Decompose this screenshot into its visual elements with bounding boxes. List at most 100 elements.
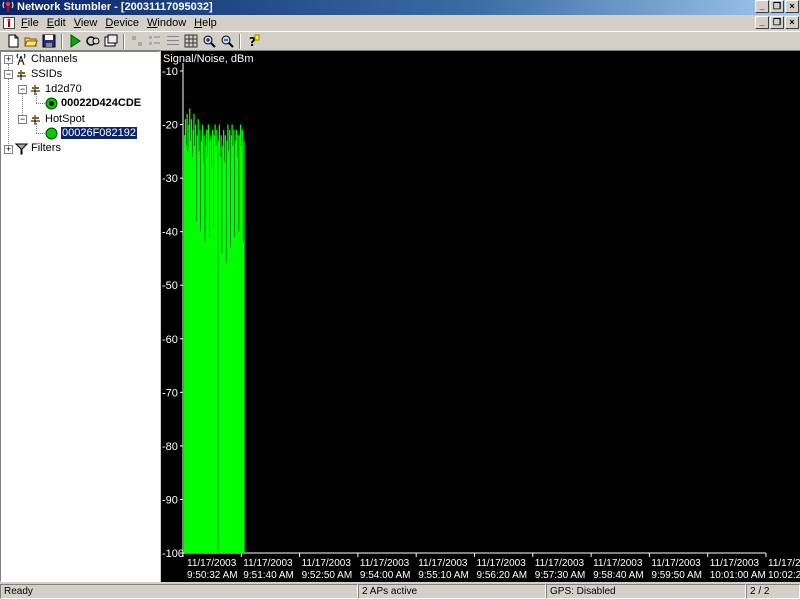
list-button[interactable] <box>164 33 181 50</box>
tree-item-ssids-label: SSIDs <box>31 68 63 80</box>
menu-view-accel: V <box>73 17 81 29</box>
list-icon <box>166 36 179 45</box>
status-bar: Ready 2 APs active GPS: Disabled 2 / 2 <box>0 583 800 600</box>
help-button[interactable]: ? <box>244 33 261 50</box>
tree-pane[interactable]: + Channels − SSIDs − 1d2d70 00022D424CDE… <box>0 51 160 582</box>
menu-help-accel: H <box>194 17 203 29</box>
x-tick-time-label: 9:54:00 AM <box>360 570 411 581</box>
start-scan-button[interactable] <box>66 33 83 50</box>
signal-graph-pane[interactable]: -10 -20 -30 -40 -50 -60 -70 -80 -90 -100 11/17/200… <box>161 51 800 582</box>
status-ready: Ready <box>0 584 358 599</box>
x-tick-date-label: 11/17/2003 <box>360 558 410 569</box>
x-tick-date-label: 11/17/2003 <box>535 558 585 569</box>
x-tick-time-label: 10:01:00 AM <box>710 570 766 581</box>
large-icons-button[interactable] <box>128 33 145 50</box>
child-close-button[interactable]: × <box>785 16 799 29</box>
network-stumbler-app-icon[interactable] <box>2 1 14 13</box>
tree-item-filters[interactable]: Filters <box>15 141 61 155</box>
play-icon <box>70 34 81 48</box>
x-tick-date-label: 11/17/2003 <box>768 558 800 569</box>
ap-active-lock-icon <box>45 97 58 110</box>
tree-item-ssid-hotspot-label: HotSpot <box>45 113 85 125</box>
y-tick-label: -30 <box>162 173 178 185</box>
details-icon <box>184 34 197 48</box>
ssid-hotspot-collapse-toggle[interactable]: − <box>18 115 27 124</box>
new-button[interactable] <box>4 33 21 50</box>
tree-item-channels[interactable]: Channels <box>15 52 77 66</box>
menu-help[interactable]: Help <box>190 16 221 30</box>
menu-device[interactable]: Device <box>101 16 143 30</box>
ssid-group-icon <box>15 68 28 81</box>
menu-window[interactable]: Window <box>143 16 190 30</box>
x-tick-time-label: 9:55:10 AM <box>418 570 469 581</box>
toolbar-separator <box>239 33 241 49</box>
tree-item-ssids[interactable]: SSIDs <box>15 67 62 81</box>
status-gps: GPS: Disabled <box>546 584 746 599</box>
x-tick-time-label: 9:58:40 AM <box>593 570 644 581</box>
y-axis-title: Signal/Noise, dBm <box>163 53 254 65</box>
help-icon: ? <box>249 34 259 48</box>
channels-expand-toggle[interactable]: + <box>4 55 13 64</box>
x-tick-date-label: 11/17/2003 <box>477 558 527 569</box>
ssid-1d2d70-collapse-toggle[interactable]: − <box>18 85 27 94</box>
x-tick-date-label: 11/17/2003 <box>710 558 760 569</box>
x-tick-date-label: 11/17/2003 <box>593 558 643 569</box>
maximize-button[interactable]: ❐ <box>770 0 784 13</box>
x-tick-date-label: 11/17/2003 <box>651 558 701 569</box>
auto-config-button[interactable] <box>84 33 101 50</box>
title-bar[interactable]: Network Stumbler - [20031117095032] <box>0 0 800 15</box>
zoom-out-button[interactable] <box>218 33 235 50</box>
new-icon <box>8 34 18 48</box>
save-icon <box>42 34 55 48</box>
y-tick-label: -50 <box>162 280 178 292</box>
menu-view[interactable]: View <box>70 16 102 30</box>
tree-item-ssid-1d2d70-label: 1d2d70 <box>45 83 82 95</box>
properties-icon <box>104 34 117 47</box>
zoom-in-button[interactable] <box>200 33 217 50</box>
y-tick-label: -40 <box>162 227 178 239</box>
menu-view-rest: iew <box>80 17 98 29</box>
ssid-icon <box>29 83 42 96</box>
menu-file-rest: ile <box>27 17 39 29</box>
x-tick-time-label: 10:02:20 AM <box>768 570 800 581</box>
x-tick-time-label: 9:50:32 AM <box>187 570 238 581</box>
window-controls: _ ❐ × <box>755 0 799 13</box>
open-icon <box>23 37 38 47</box>
tree-item-channels-label: Channels <box>31 53 78 65</box>
details-button[interactable] <box>182 33 199 50</box>
ssid-icon <box>29 113 42 126</box>
x-tick-date-label: 11/17/2003 <box>243 558 293 569</box>
x-tick-time-label: 9:57:30 AM <box>535 570 586 581</box>
x-tick-time-label: 9:51:40 AM <box>243 570 294 581</box>
small-icons-icon <box>148 36 160 45</box>
filters-expand-toggle[interactable]: + <box>4 145 13 154</box>
menu-file[interactable]: File <box>17 16 43 30</box>
document-menu-icon[interactable] <box>3 17 15 29</box>
tree-line <box>36 133 45 134</box>
y-tick-label: -100 <box>162 548 184 560</box>
menu-edit-accel: E <box>46 17 55 29</box>
x-tick-time-label: 9:56:20 AM <box>477 570 528 581</box>
close-button[interactable]: × <box>785 0 799 13</box>
tree-item-ssid-1d2d70[interactable]: 1d2d70 <box>29 82 82 96</box>
save-button[interactable] <box>40 33 57 50</box>
minimize-button[interactable]: _ <box>755 0 769 13</box>
tree-item-ap-00026F082192[interactable]: 00026F082192 <box>45 126 139 140</box>
menu-edit[interactable]: Edit <box>43 16 70 30</box>
tree-item-ssid-hotspot[interactable]: HotSpot <box>29 112 85 126</box>
child-restore-button[interactable]: ❐ <box>770 16 784 29</box>
menu-device-rest: evice <box>113 17 140 29</box>
child-minimize-button[interactable]: _ <box>755 16 769 29</box>
ssids-collapse-toggle[interactable]: − <box>4 70 13 79</box>
y-tick-label: -80 <box>162 441 178 453</box>
tree-item-ap-00022D424CDE[interactable]: 00022D424CDE <box>45 96 141 110</box>
small-icons-button[interactable] <box>146 33 163 50</box>
tree-item-ap-00022D424CDE-label: 00022D424CDE <box>61 97 142 109</box>
y-tick-label: -90 <box>162 494 178 506</box>
x-tick-time-label: 9:59:50 AM <box>651 570 702 581</box>
y-tick-label: -60 <box>162 334 178 346</box>
status-count: 2 / 2 <box>746 584 800 599</box>
open-button[interactable] <box>22 33 39 50</box>
properties-button[interactable] <box>102 33 119 50</box>
menu-edit-rest: dit <box>54 17 66 29</box>
